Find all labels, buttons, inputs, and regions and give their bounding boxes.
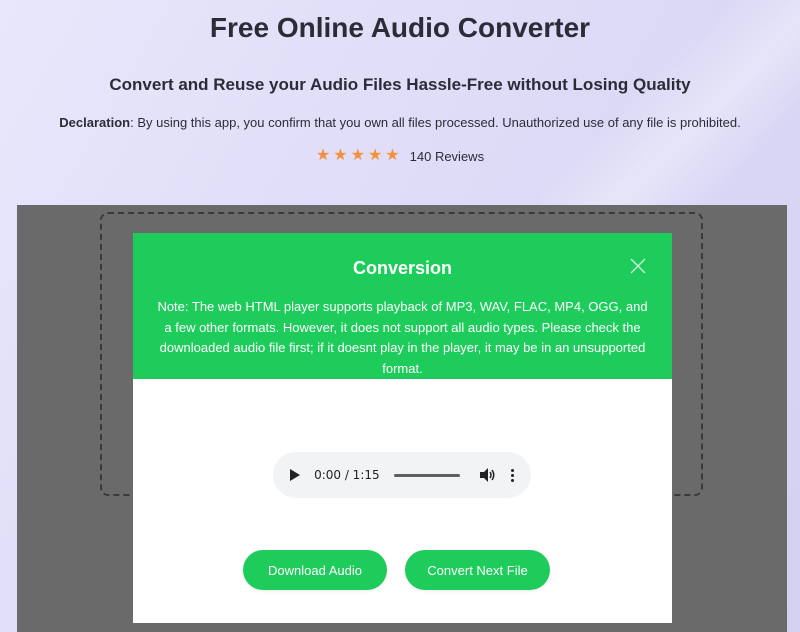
conversion-modal: Conversion Note: The web HTML player sup… [133, 233, 672, 623]
page-subtitle: Convert and Reuse your Audio Files Hassl… [109, 75, 691, 94]
close-icon[interactable] [629, 257, 647, 275]
play-icon[interactable] [287, 467, 302, 483]
volume-icon[interactable] [479, 467, 496, 483]
star-icon: ★ [315, 147, 331, 164]
star-icon: ★ [385, 147, 400, 164]
more-options-icon[interactable] [508, 468, 517, 482]
declaration-text: : By using this app, you confirm that yo… [130, 115, 741, 130]
convert-next-file-button[interactable]: Convert Next File [405, 550, 550, 590]
declaration-label: Declaration [59, 115, 131, 130]
download-audio-button[interactable]: Download Audio [243, 550, 387, 590]
playback-time: 0:00 / 1:15 [314, 468, 380, 482]
star-rating: ★ ★ ★ ★ ★ [316, 148, 400, 164]
progress-bar[interactable] [393, 473, 460, 477]
modal-header: Conversion Note: The web HTML player sup… [133, 233, 672, 379]
modal-note: Note: The web HTML player supports playb… [157, 299, 648, 376]
review-count: 140 Reviews [409, 148, 485, 164]
rating: ★ ★ ★ ★ ★ 140 Reviews [0, 148, 800, 164]
audio-player: 0:00 / 1:15 [273, 452, 531, 498]
page-title: Free Online Audio Converter [209, 12, 591, 43]
declaration: Declaration: By using this app, you conf… [0, 115, 800, 130]
star-icon: ★ [350, 147, 365, 164]
star-icon: ★ [367, 147, 383, 164]
star-icon: ★ [333, 147, 348, 164]
modal-title: Conversion [352, 258, 453, 278]
